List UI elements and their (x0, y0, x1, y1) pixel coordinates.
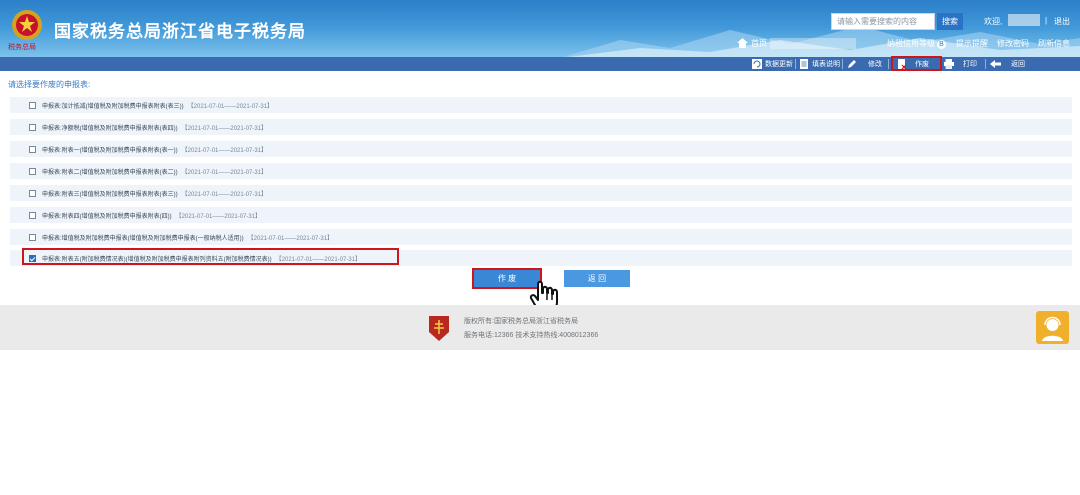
site-footer: 版权所有:国家税务总局浙江省税务局 服务电话:12366 技术支持热线:4008… (0, 305, 1080, 350)
select-prompt: 请选择要作废的申报表: (8, 80, 91, 89)
headset-agent-icon (1042, 316, 1063, 341)
form-period: 【2021-07-01——2021-07-31】 (181, 191, 268, 198)
service-hotline-text: 服务电话:12366 技术支持热线:4008012366 (464, 332, 599, 339)
toolbar-label: 修改 (868, 61, 882, 68)
form-name: 申报表:加计抵减(增值税及附加税费申报表附表(表三)) (42, 103, 184, 110)
back-button[interactable]: 返 回 (564, 270, 630, 287)
document-icon (800, 59, 808, 69)
form-period: 【2021-07-01——2021-07-31】 (247, 235, 334, 242)
selected-row-highlight-box (22, 248, 399, 265)
toolbar-label: 数据更新 (765, 61, 793, 68)
row-checkbox[interactable] (29, 211, 36, 219)
form-row[interactable]: 申报表:增值税及附加税费申报表(增值税及附加税费申报表(一般纳税人适用)) 【2… (10, 229, 1072, 245)
form-name: 申报表:净额税(增值税及附加税费申报表附表(表四)) (42, 125, 178, 132)
toolbar-divider (888, 59, 889, 69)
form-period: 【2021-07-01——2021-07-31】 (181, 169, 268, 176)
credit-rating-link[interactable]: 纳税信用等级 B (887, 38, 946, 49)
row-checkbox[interactable] (29, 145, 36, 153)
toolbar-modify[interactable]: 修改 (845, 57, 882, 71)
home-icon (737, 38, 748, 48)
form-name: 申报表:附表三(增值税及附加税费申报表附表(表三)) (42, 191, 178, 198)
pencil-icon (848, 60, 856, 68)
reminder-link[interactable]: 提示提醒 (956, 38, 988, 49)
void-toolbar-highlight-box (891, 56, 942, 71)
form-row[interactable]: 申报表:净额税(增值税及附加税费申报表附表(表四)) 【2021-07-01——… (10, 119, 1072, 135)
row-checkbox[interactable] (29, 101, 36, 109)
user-name-redacted (1008, 14, 1040, 26)
form-period: 【2021-07-01——2021-07-31】 (181, 125, 268, 132)
change-password-link[interactable]: 修改密码 (997, 38, 1029, 49)
search-button[interactable]: 搜索 (937, 13, 963, 30)
form-name: 申报表:附表一(增值税及附加税费申报表附表(表一)) (42, 147, 178, 154)
credit-rating-label: 纳税信用等级 (887, 39, 935, 48)
site-header: 税务总局 国家税务总局浙江省电子税务局 搜索 欢迎, | 退出 首页 纳税信用等… (0, 0, 1080, 57)
row-checkbox[interactable] (29, 233, 36, 241)
toolbar-divider (795, 59, 796, 69)
toolbar-refresh-data[interactable]: 数据更新 (750, 57, 793, 71)
printer-icon (944, 59, 954, 69)
home-link[interactable]: 首页 (751, 38, 767, 49)
form-row[interactable]: 申报表:附表三(增值税及附加税费申报表附表(表三)) 【2021-07-01——… (10, 185, 1072, 201)
copyright-text: 版权所有:国家税务总局浙江省税务局 (464, 318, 578, 325)
site-title: 国家税务总局浙江省电子税务局 (54, 22, 306, 41)
form-row[interactable]: 申报表:加计抵减(增值税及附加税费申报表附表(表三)) 【2021-07-01—… (10, 97, 1072, 113)
toolbar-divider (842, 59, 843, 69)
toolbar-fill-instructions[interactable]: 填表说明 (797, 57, 840, 71)
tax-bureau-logo-icon (429, 316, 449, 341)
form-row[interactable]: 申报表:附表一(增值税及附加税费申报表附表(表一)) 【2021-07-01——… (10, 141, 1072, 157)
form-name: 申报表:附表四(增值税及附加税费申报表附表(四)) (42, 213, 172, 220)
form-period: 【2021-07-01——2021-07-31】 (175, 213, 262, 220)
form-period: 【2021-07-01——2021-07-31】 (181, 147, 268, 154)
national-emblem-icon (12, 10, 42, 40)
form-name: 申报表:增值税及附加税费申报表(增值税及附加税费申报表(一般纳税人适用)) (42, 235, 244, 242)
customer-service-icon[interactable] (1036, 311, 1069, 344)
logout-link[interactable]: 退出 (1054, 16, 1070, 27)
welcome-text: 欢迎, (984, 17, 1003, 26)
row-checkbox[interactable] (29, 189, 36, 197)
breadcrumb-redacted (770, 38, 856, 49)
toolbar-label: 填表说明 (812, 61, 840, 68)
emblem-caption: 税务总局 (8, 43, 36, 51)
credit-rating-badge: B (937, 40, 946, 49)
form-row[interactable]: 申报表:附表四(增值税及附加税费申报表附表(四)) 【2021-07-01——2… (10, 207, 1072, 223)
toolbar-back[interactable]: 返回 (988, 57, 1025, 71)
row-checkbox[interactable] (29, 123, 36, 131)
toolbar-label: 打印 (963, 61, 977, 68)
toolbar-print[interactable]: 打印 (942, 57, 977, 71)
search-input[interactable] (831, 13, 935, 30)
refresh-info-link[interactable]: 刷新信息 (1038, 38, 1070, 49)
back-arrow-icon (990, 60, 1001, 68)
toolbar-label: 返回 (1011, 61, 1025, 68)
toolbar-divider (985, 59, 986, 69)
form-name: 申报表:附表二(增值税及附加税费申报表附表(表二)) (42, 169, 178, 176)
row-checkbox[interactable] (29, 167, 36, 175)
app-root: 税务总局 国家税务总局浙江省电子税务局 搜索 欢迎, | 退出 首页 纳税信用等… (0, 0, 1080, 495)
refresh-icon (752, 59, 762, 69)
form-row[interactable]: 申报表:附表二(增值税及附加税费申报表附表(表二)) 【2021-07-01——… (10, 163, 1072, 179)
header-divider: | (1045, 16, 1048, 25)
form-period: 【2021-07-01——2021-07-31】 (187, 103, 274, 110)
